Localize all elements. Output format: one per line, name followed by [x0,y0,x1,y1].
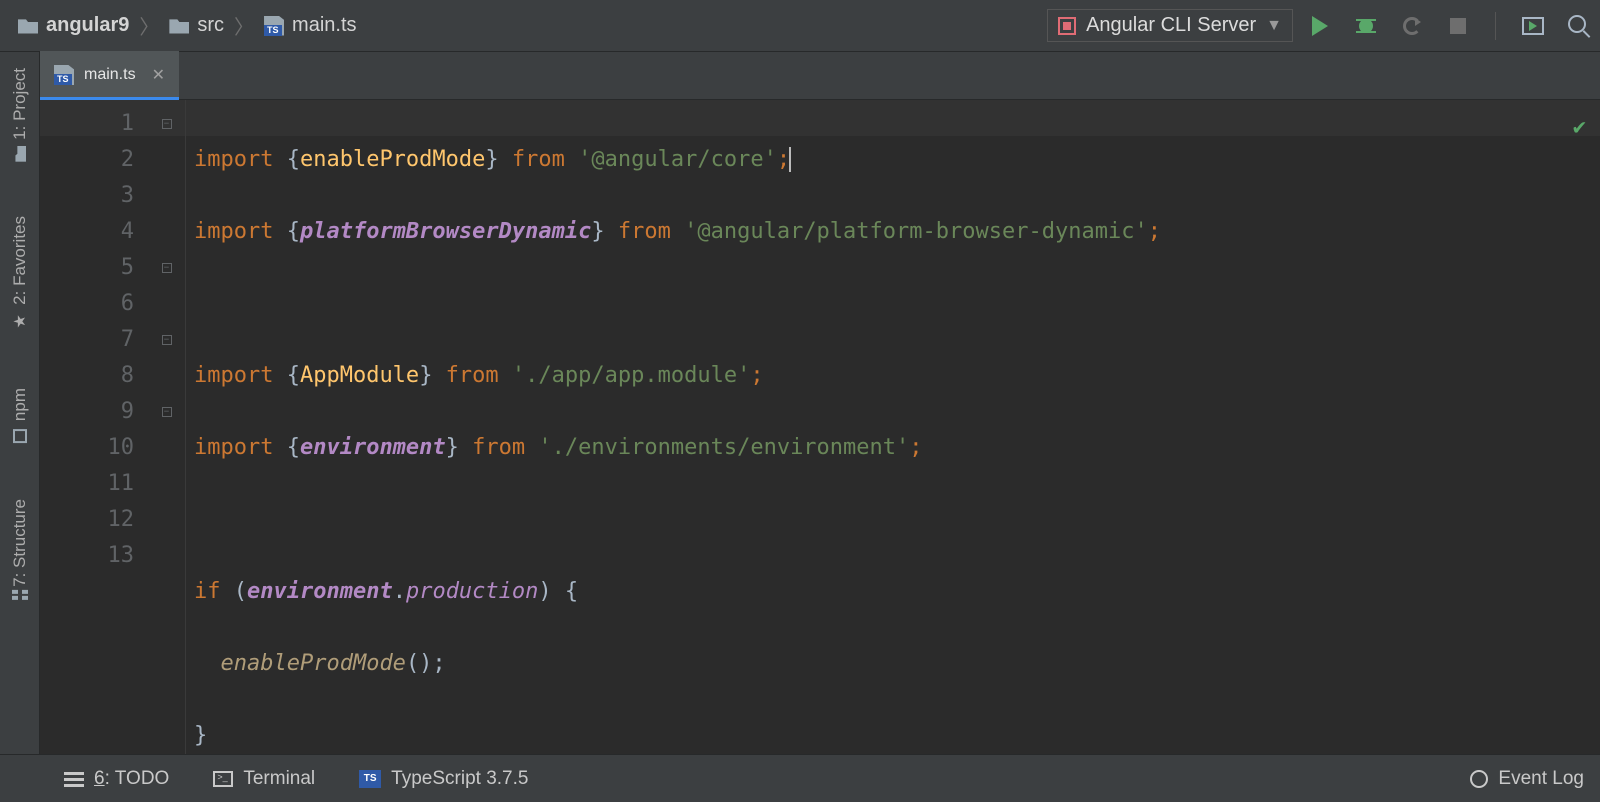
fold-toggle-icon[interactable]: − [162,119,172,129]
todo-num: 6 [94,768,105,789]
run-config-selector[interactable]: Angular CLI Server ▼ [1047,9,1293,42]
line-number: 7 [40,322,134,358]
typescript-icon: TS [359,770,381,788]
chevron-down-icon: ▼ [1266,17,1282,35]
separator [1495,12,1496,40]
run-anything-icon [1522,17,1544,35]
fold-gutter[interactable]: − − − − [148,100,186,754]
tool-structure-label: 7: Structure [10,499,30,587]
tool-event-log-label: Event Log [1498,768,1584,790]
code-content[interactable]: import {enableProdMode} from '@angular/c… [186,100,1161,754]
breadcrumb-project-label: angular9 [46,14,129,37]
ts-file-icon [264,16,284,36]
search-icon [1568,15,1590,37]
line-number: 10 [40,430,134,466]
chevron-right-icon: 〉 [234,11,254,40]
chevron-right-icon: 〉 [139,11,159,40]
tool-structure[interactable]: 7: Structure [8,483,32,627]
navigation-bar: angular9 〉 src 〉 main.ts Angular CLI Ser… [0,0,1600,52]
folder-icon [14,146,26,162]
inspection-ok-icon[interactable]: ✔ [1573,110,1586,146]
tool-event-log[interactable]: Event Log [1470,768,1584,790]
line-number: 3 [40,178,134,214]
todo-icon [64,772,84,786]
code-editor[interactable]: ✔ 1 2 3 4 5 6 7 8 9 10 11 12 13 − − [40,100,1600,754]
editor-tabs: main.ts ✕ [40,52,1600,100]
folder-icon [169,18,189,34]
tool-typescript-label: TypeScript 3.7.5 [391,768,528,790]
play-icon [1312,16,1328,36]
line-number: 6 [40,286,134,322]
coverage-button[interactable] [1399,13,1425,39]
npm-icon [13,429,27,443]
line-number: 4 [40,214,134,250]
text-cursor [789,147,791,172]
coverage-icon [1403,17,1421,35]
ts-file-icon [54,65,74,85]
tool-project-label: 1: Project [10,68,30,140]
tool-npm-label: npm [10,388,30,421]
angular-icon [1058,17,1076,35]
search-everywhere-button[interactable] [1566,13,1592,39]
line-number: 11 [40,466,134,502]
line-number: 13 [40,538,134,574]
status-bar: 6: TODO Terminal TS TypeScript 3.7.5 Eve… [0,754,1600,802]
fold-end-icon[interactable]: − [162,407,172,417]
editor-tab-main[interactable]: main.ts ✕ [40,51,179,99]
breadcrumb-project[interactable]: angular9 [18,14,129,37]
line-number: 5 [40,250,134,286]
event-log-icon [1470,770,1488,788]
run-anything-button[interactable] [1520,13,1546,39]
breadcrumb-folder-label: src [197,14,224,37]
line-number: 9 [40,394,134,430]
line-number: 2 [40,142,134,178]
tool-favorites-label: 2: Favorites [10,216,30,305]
tool-npm[interactable]: npm [8,372,32,459]
tool-project[interactable]: 1: Project [8,52,32,176]
tool-terminal[interactable]: Terminal [213,768,315,790]
structure-icon [12,596,28,610]
debug-button[interactable] [1353,13,1379,39]
bug-icon [1356,16,1376,36]
stop-button[interactable] [1445,13,1471,39]
line-number-gutter[interactable]: 1 2 3 4 5 6 7 8 9 10 11 12 13 [40,100,148,754]
terminal-icon [213,771,233,787]
tool-typescript[interactable]: TS TypeScript 3.7.5 [359,768,528,790]
tool-terminal-label: Terminal [243,768,315,790]
run-button[interactable] [1307,13,1333,39]
star-icon: ★ [10,313,29,332]
line-number: 12 [40,502,134,538]
folder-icon [18,18,38,34]
editor-tab-label: main.ts [84,66,136,84]
close-icon[interactable]: ✕ [152,65,165,85]
fold-toggle-icon[interactable]: − [162,263,172,273]
run-config-label: Angular CLI Server [1086,14,1256,37]
toolbar-icons [1307,12,1592,40]
left-tool-stripe: 1: Project ★ 2: Favorites npm 7: Structu… [0,52,40,754]
fold-toggle-icon[interactable]: − [162,335,172,345]
stop-icon [1450,18,1466,34]
breadcrumb-file[interactable]: main.ts [264,14,356,37]
breadcrumb: angular9 〉 src 〉 main.ts [18,11,357,40]
line-number: 8 [40,358,134,394]
breadcrumb-folder[interactable]: src [169,14,224,37]
tool-favorites[interactable]: ★ 2: Favorites [8,200,32,348]
line-number: 1 [40,106,134,142]
tool-todo-label: : TODO [105,768,170,789]
tool-todo[interactable]: 6: TODO [64,768,169,790]
breadcrumb-file-label: main.ts [292,14,356,37]
